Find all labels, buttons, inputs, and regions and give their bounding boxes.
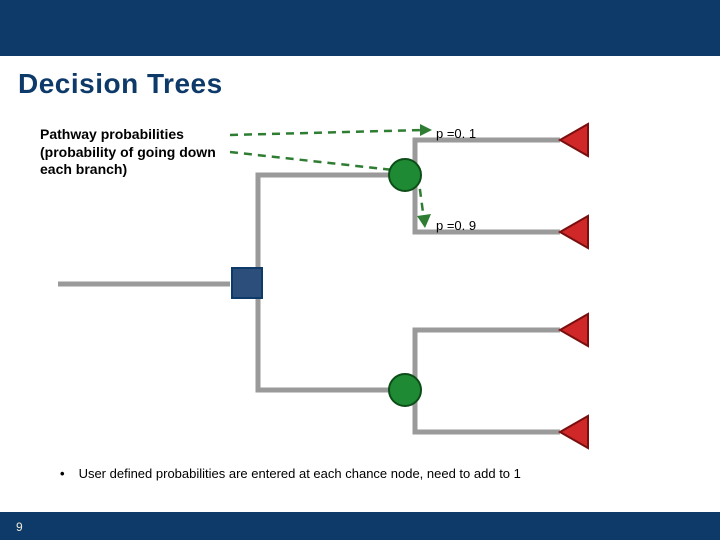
probability-label-bottom: p =0. 9 bbox=[436, 218, 476, 233]
outcome-lower-2 bbox=[415, 398, 560, 432]
decision-tree-diagram bbox=[0, 0, 720, 540]
outcome-upper-1 bbox=[415, 140, 560, 168]
chance-node-lower-icon bbox=[389, 374, 421, 406]
terminal-lower-1-icon bbox=[560, 314, 588, 346]
slide: Decision Trees Pathway probabilities (pr… bbox=[0, 0, 720, 540]
terminal-upper-1-icon bbox=[560, 124, 588, 156]
terminal-lower-2-icon bbox=[560, 416, 588, 448]
bullet-row: • User defined probabilities are entered… bbox=[60, 466, 680, 481]
branch-lower bbox=[258, 294, 390, 390]
footer-band bbox=[0, 512, 720, 540]
branch-upper bbox=[258, 175, 390, 274]
chance-node-upper-icon bbox=[389, 159, 421, 191]
terminal-upper-2-icon bbox=[560, 216, 588, 248]
bullet-text: User defined probabilities are entered a… bbox=[79, 466, 521, 481]
page-number: 9 bbox=[16, 520, 23, 534]
bullet-dot-icon: • bbox=[60, 466, 65, 481]
outcome-lower-1 bbox=[415, 330, 560, 382]
probability-label-top: p =0. 1 bbox=[436, 126, 476, 141]
decision-node-icon bbox=[232, 268, 262, 298]
